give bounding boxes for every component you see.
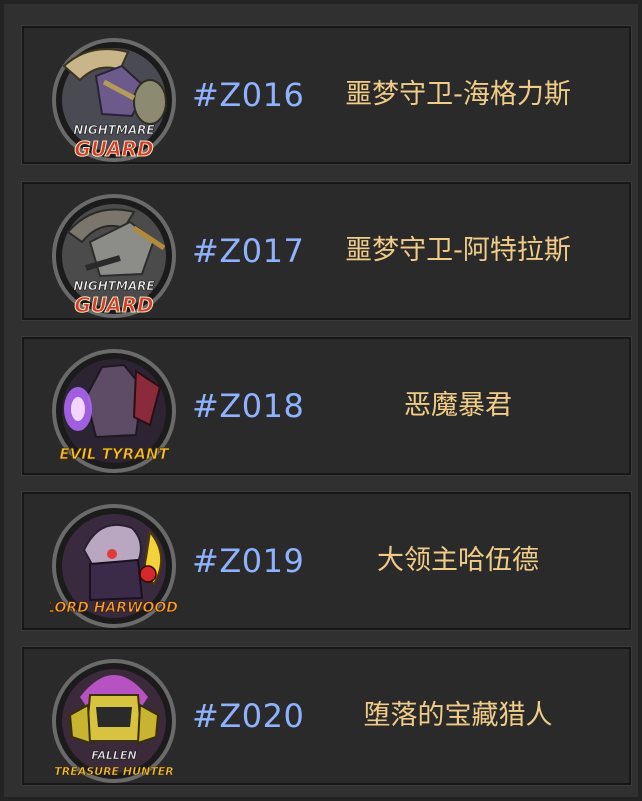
- boss-name: 噩梦守卫-阿特拉斯: [345, 235, 571, 266]
- boss-row-z016[interactable]: NIGHTMARE GUARD #Z016 噩梦守卫-海格力斯: [21, 25, 632, 165]
- fallen-treasure-hunter-icon: FALLEN TREASURE HUNTER: [52, 659, 176, 783]
- emblem-line-1: LORD HARWOOD: [50, 600, 178, 616]
- emblem-line-2: GUARD: [74, 137, 153, 161]
- boss-code: #Z020: [192, 697, 305, 735]
- nightmare-guard-atlas-icon: NIGHTMARE GUARD: [52, 194, 176, 318]
- boss-list-panel: NIGHTMARE GUARD #Z016 噩梦守卫-海格力斯 NIGHTMAR…: [0, 0, 642, 801]
- boss-code: #Z017: [192, 232, 305, 270]
- emblem-line-1: EVIL TYRANT: [59, 445, 170, 463]
- boss-row-z019[interactable]: LORD HARWOOD #Z019 大领主哈伍德: [21, 491, 632, 631]
- evil-tyrant-icon: EVIL TYRANT: [52, 349, 176, 473]
- boss-name: 大领主哈伍德: [377, 545, 539, 576]
- boss-name: 噩梦守卫-海格力斯: [345, 79, 571, 110]
- emblem-line-2: TREASURE HUNTER: [54, 765, 174, 778]
- emblem-line-2: GUARD: [74, 293, 153, 317]
- emblem-line-1: FALLEN: [91, 749, 136, 762]
- boss-name: 恶魔暴君: [404, 390, 512, 421]
- emblem-line-1: NIGHTMARE: [73, 279, 155, 293]
- nightmare-guard-hercules-icon: NIGHTMARE GUARD: [52, 38, 176, 162]
- boss-code: #Z019: [192, 542, 305, 580]
- boss-row-z018[interactable]: EVIL TYRANT #Z018 恶魔暴君: [21, 336, 632, 476]
- boss-row-z020[interactable]: FALLEN TREASURE HUNTER #Z020 堕落的宝藏猎人: [21, 646, 632, 786]
- boss-code: #Z018: [192, 387, 305, 425]
- boss-code: #Z016: [192, 76, 305, 114]
- boss-name: 堕落的宝藏猎人: [363, 700, 553, 731]
- lord-harwood-icon: LORD HARWOOD: [50, 504, 178, 628]
- boss-row-z017[interactable]: NIGHTMARE GUARD #Z017 噩梦守卫-阿特拉斯: [21, 181, 632, 321]
- emblem-line-1: NIGHTMARE: [73, 123, 155, 137]
